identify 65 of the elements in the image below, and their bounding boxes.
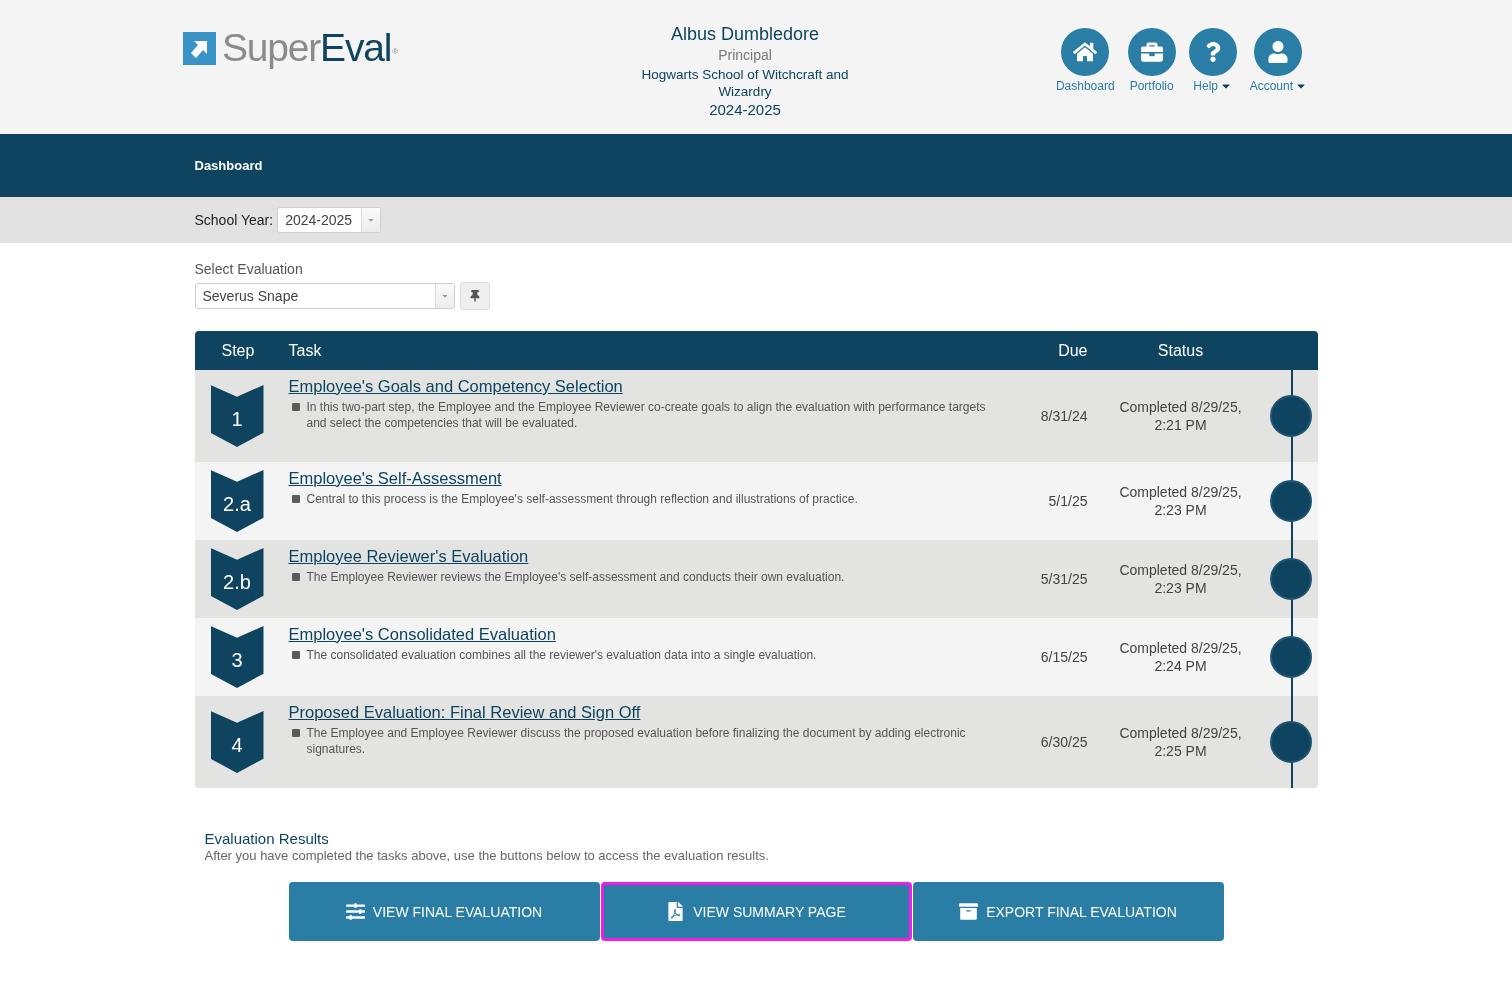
briefcase-icon bbox=[1127, 28, 1176, 76]
archive-box-icon bbox=[959, 902, 979, 921]
column-header: Step bbox=[221, 341, 255, 360]
column-header: Status bbox=[1157, 341, 1204, 360]
help-icon bbox=[1188, 28, 1237, 76]
task-link[interactable]: Employee's Consolidated Evaluation bbox=[288, 623, 556, 645]
due-date: 5/1/25 bbox=[1048, 493, 1088, 509]
status-text: Completed 8/29/25, 2:24 PM bbox=[1118, 639, 1243, 675]
step-marker: 1 bbox=[210, 385, 264, 447]
task-description: The Employee Reviewer reviews the Employee's self-assessment and conducts their own evaluation. bbox=[306, 569, 845, 585]
section-title: Evaluation Results bbox=[203, 830, 330, 848]
status-text: Completed 8/29/25, 2:21 PM bbox=[1118, 398, 1243, 434]
field-label: Select Evaluation bbox=[194, 261, 304, 277]
nav-link[interactable]: Help bbox=[1188, 28, 1237, 93]
due-date: 5/31/25 bbox=[1040, 571, 1088, 587]
task-link[interactable]: Employee Reviewer's Evaluation bbox=[288, 545, 529, 567]
task-link[interactable]: Proposed Evaluation: Final Review and Sign Off bbox=[288, 701, 641, 723]
field-label: School Year: bbox=[194, 212, 274, 228]
section-description: After you have completed the tasks above, use the buttons below to access the evaluation results. bbox=[203, 848, 770, 864]
nav-link[interactable]: Portfolio bbox=[1127, 28, 1176, 93]
pdf-file-icon bbox=[666, 902, 686, 921]
due-date: 6/15/25 bbox=[1040, 649, 1088, 665]
pin-icon bbox=[468, 290, 481, 302]
step-marker: 2.b bbox=[210, 548, 264, 610]
pin-button[interactable] bbox=[459, 282, 490, 310]
caret-icon bbox=[440, 292, 449, 300]
school-year-select[interactable]: 2024-2025 bbox=[277, 207, 382, 233]
column-header: Due bbox=[1058, 341, 1088, 360]
user-icon bbox=[1254, 28, 1303, 76]
nav-link[interactable]: Account bbox=[1249, 28, 1307, 93]
status-text: Completed 8/29/25, 2:23 PM bbox=[1118, 561, 1243, 597]
action-button[interactable]: EXPORT FINAL EVALUATION bbox=[912, 882, 1224, 941]
bullet-icon bbox=[291, 729, 300, 737]
user-name: Albus Dumbledore bbox=[669, 23, 821, 45]
action-button[interactable]: VIEW FINAL EVALUATION bbox=[288, 882, 600, 941]
step-marker: 2.a bbox=[210, 470, 264, 532]
breadcrumb: Dashboard bbox=[194, 158, 263, 173]
logo-wordmark: SuperEval$^{®}$ bbox=[222, 26, 397, 70]
sliders-icon bbox=[345, 902, 365, 921]
due-date: 8/31/24 bbox=[1040, 408, 1088, 424]
bullet-icon bbox=[291, 403, 300, 411]
evaluation-select[interactable]: Severus Snape bbox=[194, 283, 455, 309]
action-button[interactable]: VIEW SUMMARY PAGE bbox=[600, 882, 912, 941]
task-description: The consolidated evaluation combines all the reviewer's evaluation data into a single evaluation. bbox=[306, 647, 817, 663]
task-description: The Employee and Employee Reviewer discuss the proposed evaluation before finalizing the document by adding electronic signatures. bbox=[306, 725, 967, 757]
task-link[interactable]: Employee's Goals and Competency Selection bbox=[288, 375, 623, 397]
task-link[interactable]: Employee's Self-Assessment bbox=[288, 467, 502, 489]
status-text: Completed 8/29/25, 2:23 PM bbox=[1118, 483, 1243, 519]
step-marker: 4 bbox=[210, 711, 264, 773]
column-header: Task bbox=[288, 341, 322, 360]
due-date: 6/30/25 bbox=[1040, 734, 1088, 750]
step-marker: 3 bbox=[210, 626, 264, 688]
task-description: In this two-part step, the Employee and the Employee Reviewer co-create goals to align the evaluation with performance targets and select the competencies that will be evaluated. bbox=[306, 399, 987, 431]
bullet-icon bbox=[291, 573, 300, 581]
nav-link[interactable]: Dashboard bbox=[1055, 28, 1115, 93]
home-icon bbox=[1061, 28, 1110, 76]
school-name: Hogwarts School of Witchcraft and Wizardry bbox=[640, 66, 850, 100]
caret-icon bbox=[367, 216, 376, 224]
bullet-icon bbox=[291, 651, 300, 659]
school-year-text: 2024-2025 bbox=[708, 100, 782, 120]
bullet-icon bbox=[291, 495, 300, 503]
user-role: Principal bbox=[717, 46, 773, 65]
logo-icon bbox=[183, 31, 216, 65]
status-text: Completed 8/29/25, 2:25 PM bbox=[1118, 724, 1243, 760]
task-description: Central to this process is the Employee's self-assessment through reflection and illustrations of practice. bbox=[306, 491, 858, 507]
